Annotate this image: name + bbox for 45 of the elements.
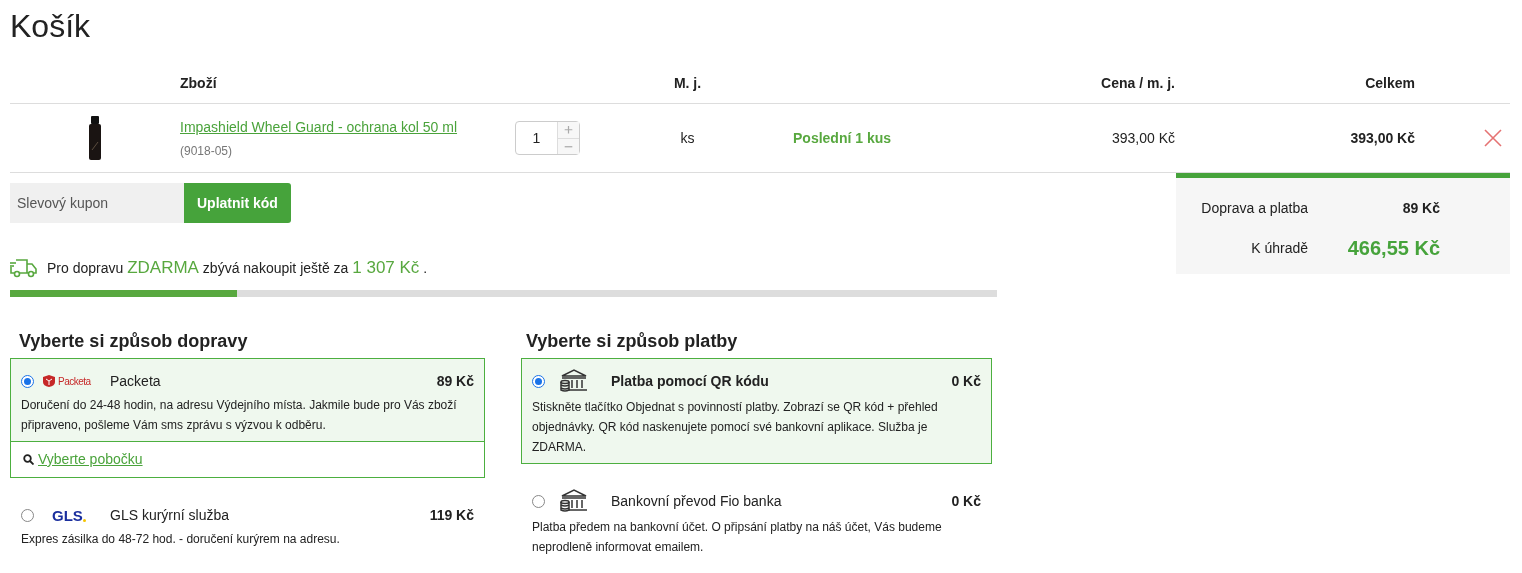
- stock-status: Poslední 1 kus: [793, 128, 893, 148]
- option-name: GLS kurýrní služba: [110, 505, 230, 525]
- unit-price: 393,00 Kč: [1111, 128, 1175, 148]
- radio-button[interactable]: [21, 374, 34, 388]
- search-icon: [23, 454, 34, 465]
- column-header: Zboží: [180, 74, 217, 93]
- option-price: 0 Kč: [951, 371, 981, 391]
- quantity-value: 1: [531, 128, 542, 148]
- radio-button[interactable]: [532, 494, 545, 508]
- summary-label: Doprava a platba: [1201, 198, 1308, 218]
- truck-icon: [10, 257, 37, 279]
- option-price: 119 Kč: [429, 505, 474, 525]
- bank-coins-icon: [559, 369, 589, 393]
- section-heading: Vyberte si způsob dopravy: [18, 330, 249, 353]
- option-name: Packeta: [110, 371, 161, 391]
- column-header: Celkem: [1365, 74, 1415, 93]
- option-description: Doručení do 24-48 hodin, na adresu Výdejního místa. Jakmile bude pro Vás zboží připraveno, pošleme Vám sms zprávu s výzvou k odběru.: [21, 397, 458, 434]
- option-price: 89 Kč: [436, 371, 474, 391]
- line-total: 393,00 Kč: [1350, 128, 1415, 148]
- free-shipping-message: Pro dopravu ZDARMA zbývá nakoupit ještě za 1 307 Kč .: [47, 257, 428, 280]
- column-header: M. j.: [673, 74, 702, 93]
- page-title: Košík: [10, 7, 92, 46]
- product-code: (9018-05): [180, 142, 233, 160]
- section-heading: Vyberte si způsob platby: [525, 330, 739, 353]
- shipping-option-card[interactable]: Packeta Packeta 89 Kč Doručení do 24-48 hodin, na adresu Výdejního místa. Jakmile bude pro Vás zboží připraveno, pošleme Vám sms zprávu s výzvou k odběru. Vyberte pobočku: [10, 358, 485, 478]
- unit-text: ks: [680, 128, 695, 148]
- gls-logo: GLS: [42, 507, 94, 523]
- option-description: Expres zásilka do 48-72 hod. - doručení kurýrem na adresu.: [21, 531, 341, 548]
- column-header: Cena / m. j.: [1101, 74, 1175, 93]
- payment-option-card[interactable]: Platba pomocí QR kódu 0 Kč Stiskněte tlačítko Objednat s povinností platby. Zobrazí se QR kód + přehled objednávky. QR kód naskenujete pomocí své bankovní aplikace. Služba je ZDARMA.: [521, 358, 992, 464]
- summary-value: 466,55 Kč: [1347, 236, 1440, 261]
- close-icon[interactable]: [1484, 129, 1502, 147]
- option-name: Bankovní převod Fio banka: [611, 491, 782, 511]
- coupon-field[interactable]: Slevový kupon: [10, 183, 184, 223]
- option-price: 0 Kč: [951, 491, 981, 511]
- packeta-logo: Packeta: [42, 373, 94, 389]
- option-name: Platba pomocí QR kódu: [611, 371, 769, 391]
- radio-button[interactable]: [21, 508, 34, 522]
- radio-button[interactable]: [532, 374, 545, 388]
- quantity-stepper[interactable]: 1: [515, 121, 580, 155]
- summary-label: K úhradě: [1251, 238, 1308, 258]
- bank-coins-icon: [559, 489, 589, 513]
- option-description: Stiskněte tlačítko Objednat s povinností platby. Zobrazí se QR kód + přehled objednávky. QR kód naskenujete pomocí své bankovní aplikace. Služba je ZDARMA.: [532, 399, 939, 456]
- summary-value: 89 Kč: [1402, 198, 1440, 218]
- option-description: Platba předem na bankovní účet. O připsání platby na náš účet, Vás budeme neprodleně informovat emailem.: [532, 519, 943, 556]
